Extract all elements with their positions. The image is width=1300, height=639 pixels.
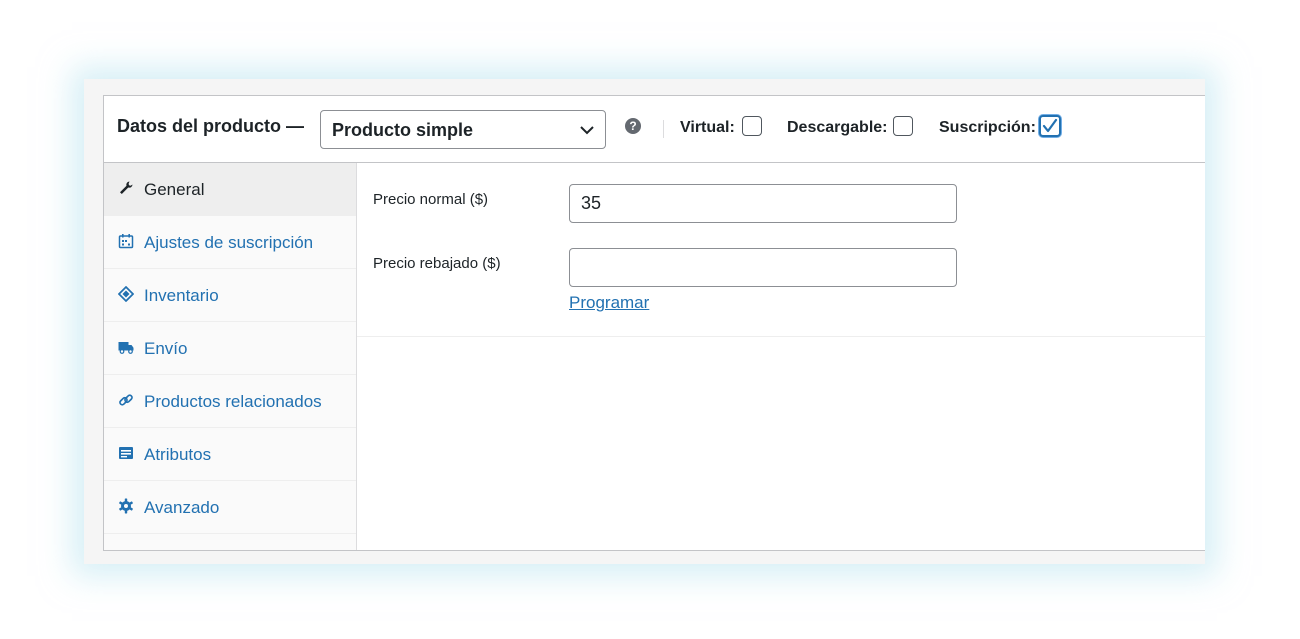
gear-icon — [119, 498, 133, 514]
tag-icon — [118, 286, 134, 302]
content-divider — [357, 336, 1206, 337]
checkmark-icon — [1042, 118, 1058, 133]
tab-shipping[interactable]: Envío — [104, 322, 356, 375]
tab-general[interactable]: General — [104, 163, 356, 216]
tab-label: Atributos — [144, 445, 212, 464]
tab-attributes[interactable]: Atributos — [104, 428, 356, 481]
virtual-checkbox[interactable] — [742, 116, 762, 136]
calendar-icon — [118, 234, 134, 249]
virtual-label: Virtual: — [680, 119, 735, 136]
regular-price-input[interactable] — [569, 184, 957, 223]
subscription-checkbox[interactable] — [1039, 115, 1061, 137]
panel-title: Datos del producto — — [117, 116, 305, 136]
tab-label: Ajustes de suscripción — [144, 233, 314, 252]
tab-label: Productos relacionados — [144, 392, 322, 411]
product-type-select[interactable]: Producto simple — [320, 110, 606, 149]
tab-label: Envío — [144, 339, 188, 358]
chevron-down-icon — [580, 126, 594, 135]
truck-icon — [118, 342, 134, 354]
tab-linked-products[interactable]: Productos relacionados — [104, 375, 356, 428]
list-card-icon — [119, 447, 133, 459]
link-icon — [119, 394, 133, 406]
sale-price-input[interactable] — [569, 248, 957, 287]
downloadable-checkbox[interactable] — [893, 116, 913, 136]
subscription-label: Suscripción: — [939, 119, 1036, 136]
product-data-header: Datos del producto — Producto simple ? V… — [104, 96, 1205, 163]
product-type-value: Producto simple — [332, 120, 474, 140]
tab-label: Avanzado — [144, 498, 220, 517]
question-icon[interactable]: ? — [625, 118, 641, 134]
product-data-panel: Datos del producto — Producto simple ? V… — [103, 95, 1206, 551]
product-data-tabs: General Ajustes de suscripción Inventari… — [104, 163, 357, 550]
header-divider — [663, 120, 664, 138]
schedule-link[interactable]: Programar — [569, 293, 649, 313]
regular-price-label: Precio normal ($) — [373, 191, 489, 208]
tab-label: Inventario — [144, 286, 219, 305]
tab-subscription-settings[interactable]: Ajustes de suscripción — [104, 216, 356, 269]
tab-inventory[interactable]: Inventario — [104, 269, 356, 322]
wrench-icon — [120, 181, 133, 194]
tab-label: General — [144, 180, 205, 199]
downloadable-label: Descargable: — [787, 119, 888, 136]
tab-advanced[interactable]: Avanzado — [104, 481, 356, 534]
sale-price-label: Precio rebajado ($) — [373, 255, 501, 272]
